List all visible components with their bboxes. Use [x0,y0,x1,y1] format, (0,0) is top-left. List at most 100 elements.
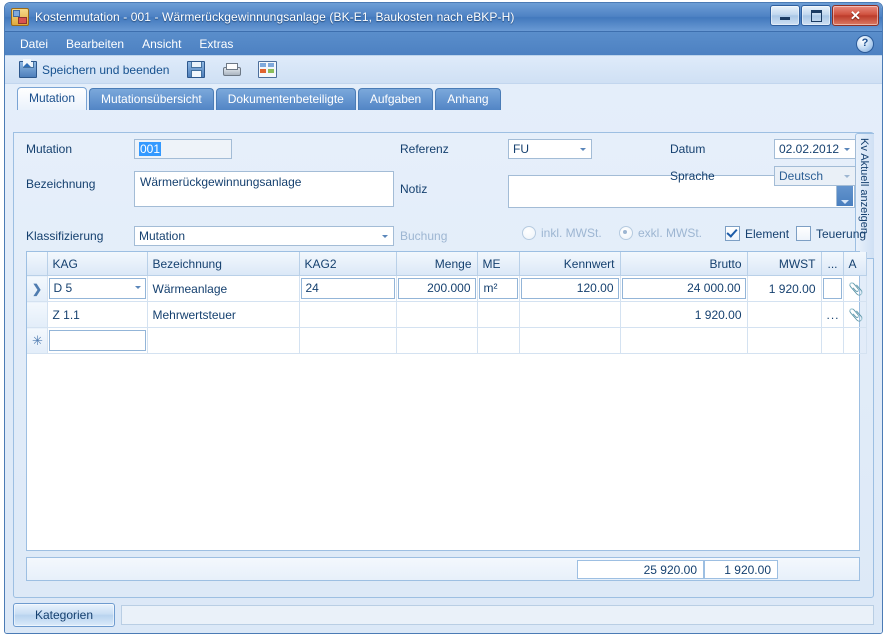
cell-kag[interactable]: Z 1.1 [47,301,148,328]
cell-attachment[interactable] [843,327,867,354]
cell-mwst[interactable]: 1 920.00 [747,275,822,302]
cell-kag2-editor[interactable]: 24 [300,278,395,299]
scroll-down-icon[interactable] [841,200,849,204]
menu-item-datei[interactable]: Datei [11,34,57,54]
column-header-me[interactable]: ME [477,252,520,276]
report-icon [258,61,278,78]
row-selector[interactable] [27,301,48,328]
column-header-kag2[interactable]: KAG2 [299,252,397,276]
new-row-selector[interactable]: ✳ [27,327,48,354]
radio-inkl-icon [522,226,536,240]
tab-mutation[interactable]: Mutation [17,87,88,110]
row-selector[interactable]: ❯ [27,275,48,302]
tab-dokumentenbeteiligte[interactable]: Dokumentenbeteiligte [215,88,356,110]
datum-picker[interactable]: 02.02.2012 [774,139,856,159]
grid-corner-header[interactable] [27,252,48,276]
paperclip-icon[interactable]: 📎 [849,282,864,296]
kategorien-button[interactable]: Kategorien [13,603,115,627]
column-header-menge[interactable]: Menge [396,252,478,276]
mutation-input[interactable]: 001 [134,139,232,159]
klassifizierung-select[interactable]: Mutation [134,226,394,246]
cell-menge[interactable] [396,327,478,354]
cell-kag-editor[interactable] [48,330,146,351]
cell-brutto[interactable]: 1 920.00 [620,301,748,328]
positions-grid[interactable]: KAG Bezeichnung KAG2 Menge ME Kennwert B… [26,251,867,551]
cell-menge[interactable] [396,301,478,328]
sprache-select[interactable]: Deutsch [774,166,856,186]
minimize-button[interactable] [770,5,800,26]
new-row-icon: ✳ [32,332,43,348]
column-header-attachment[interactable]: A [843,252,867,276]
cell-bezeichnung[interactable]: Mehrwertsteuer [147,301,300,328]
cell-kennwert[interactable] [519,327,621,354]
save-button[interactable] [181,58,211,81]
cell-brutto-editor[interactable]: 24 000.00 [621,278,746,299]
cell-me-editor[interactable]: m² [478,278,518,299]
table-row[interactable]: Z 1.1 Mehrwertsteuer 1 920.00 ... 📎 [27,301,867,328]
cell-extra-editor[interactable] [822,278,842,299]
bezeichnung-input[interactable]: Wärmerückgewinnungsanlage [134,171,394,207]
cell-attachment[interactable]: 📎 [843,301,867,328]
cell-bezeichnung[interactable] [147,327,300,354]
referenz-select[interactable]: FU [508,139,592,159]
cell-me[interactable] [477,301,520,328]
paperclip-icon[interactable]: 📎 [849,308,864,322]
help-icon[interactable]: ? [856,35,874,53]
tab-mutationsuebersicht[interactable]: Mutationsübersicht [89,88,214,110]
tab-strip: Mutation Mutationsübersicht Dokumentenbe… [5,84,882,110]
menu-item-extras[interactable]: Extras [190,34,242,54]
cell-mwst[interactable] [747,327,822,354]
element-checkbox[interactable]: Element [725,226,789,241]
cell-menge[interactable]: 200.000 [396,275,478,302]
table-row-new[interactable]: ✳ [27,327,867,354]
column-header-extra[interactable]: ... [821,252,844,276]
sprache-label: Sprache [670,169,715,183]
cell-kag2[interactable]: 24 [299,275,397,302]
grid-header-row: KAG Bezeichnung KAG2 Menge ME Kennwert B… [27,252,867,276]
cell-kag[interactable] [47,327,148,354]
cell-attachment[interactable]: 📎 [843,275,867,302]
cell-brutto[interactable]: 24 000.00 [620,275,748,302]
cell-kennwert-editor[interactable]: 120.00 [520,278,619,299]
cell-menge-editor[interactable]: 200.000 [397,278,476,299]
column-header-kennwert[interactable]: Kennwert [519,252,621,276]
status-field [121,605,874,625]
cell-kag2[interactable] [299,327,397,354]
tab-aufgaben[interactable]: Aufgaben [357,88,434,110]
column-header-brutto[interactable]: Brutto [620,252,748,276]
chevron-down-icon[interactable] [134,286,141,289]
cell-extra[interactable] [821,275,844,302]
cell-me[interactable] [477,327,520,354]
cell-bezeichnung[interactable]: Wärmeanlage [147,275,300,302]
menu-item-bearbeiten[interactable]: Bearbeiten [57,34,133,54]
radio-exkl-label: exkl. MWSt. [638,226,703,240]
datum-label: Datum [670,142,706,156]
cell-kag-editor[interactable]: D 5 [48,278,146,299]
print-button[interactable] [217,60,246,80]
teuerung-label: Teuerung [816,226,867,241]
cell-brutto[interactable] [620,327,748,354]
cell-kag2[interactable] [299,301,397,328]
total-brutto: 25 920.00 [577,559,704,579]
cell-mwst[interactable] [747,301,822,328]
referenz-label: Referenz [400,142,449,156]
cell-kag[interactable]: D 5 [47,275,148,302]
table-row[interactable]: ❯ D 5 Wärmeanlage 24 200.000 m² 120.00 2… [27,275,867,302]
save-and-close-button[interactable]: Speichern und beenden [13,58,175,81]
column-header-kag[interactable]: KAG [47,252,148,276]
cell-extra[interactable]: ... [821,301,844,328]
column-header-bezeichnung[interactable]: Bezeichnung [147,252,300,276]
maximize-button[interactable] [801,5,831,26]
menu-item-ansicht[interactable]: Ansicht [133,34,190,54]
close-button[interactable]: ✕ [832,5,879,26]
minimize-icon [780,17,790,20]
cell-kennwert[interactable] [519,301,621,328]
cell-me[interactable]: m² [477,275,520,302]
cell-kag-value: D 5 [53,281,73,295]
cell-kennwert[interactable]: 120.00 [519,275,621,302]
tab-anhang[interactable]: Anhang [435,88,501,110]
cell-extra[interactable] [821,327,844,354]
teuerung-checkbox[interactable]: Teuerung [796,226,866,241]
column-header-mwst[interactable]: MWST [747,252,822,276]
report-button[interactable] [252,58,283,81]
